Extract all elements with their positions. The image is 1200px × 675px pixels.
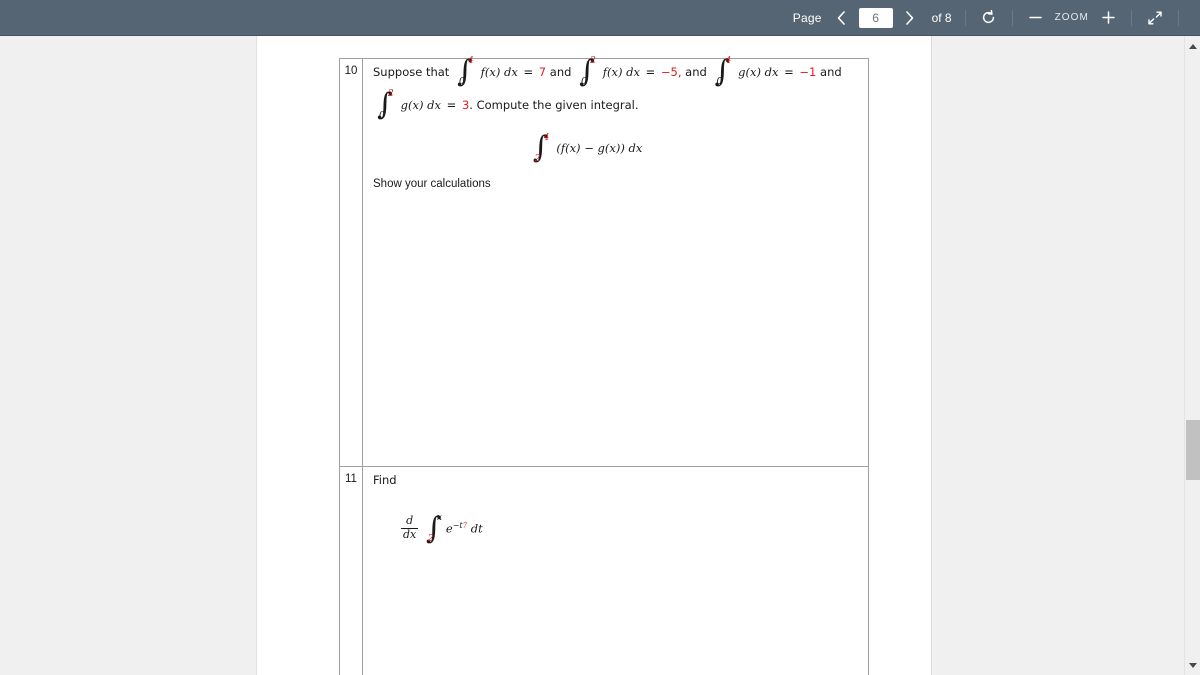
equals-sign-1: = bbox=[523, 65, 534, 79]
page-label: Page bbox=[792, 10, 822, 25]
integral-3: ∫ 4 0 bbox=[710, 56, 734, 87]
integral-lower-limit: 2 bbox=[427, 534, 434, 545]
next-page-button[interactable] bbox=[896, 3, 924, 33]
display-equation-q10: ∫ 4 2 (f(x) − g(x)) dx bbox=[373, 133, 858, 164]
integrand-1: f(x) dx bbox=[480, 65, 518, 79]
collapse-arrows-icon bbox=[1147, 10, 1163, 26]
table-row: 10 Suppose that ∫ 4 0 f(x) dx = 7 and ∫ … bbox=[339, 56, 869, 467]
document-page: 10 Suppose that ∫ 4 0 f(x) dx = 7 and ∫ … bbox=[256, 36, 932, 675]
conjunction-3: and bbox=[820, 65, 842, 79]
minus-icon bbox=[1028, 10, 1043, 25]
integral-1: ∫ 4 0 bbox=[453, 56, 477, 87]
table-row: 11 Find d dx ∫ x 2 e−t7 dt bbox=[339, 466, 869, 675]
page-number-input[interactable] bbox=[858, 7, 893, 28]
statement-lead: Suppose that bbox=[373, 65, 450, 79]
statement-tail: . Compute the given integral. bbox=[469, 98, 639, 113]
integrand-2: f(x) dx bbox=[602, 65, 640, 79]
integral-lower-limit: 0 bbox=[716, 77, 723, 88]
integral-value-3: −1 bbox=[799, 65, 817, 79]
chevron-left-icon bbox=[836, 10, 847, 26]
question-statement-line-1: Suppose that ∫ 4 0 f(x) dx = 7 and ∫ 2 0… bbox=[373, 56, 858, 87]
integral-2: ∫ 2 0 bbox=[575, 56, 599, 87]
previous-page-button[interactable] bbox=[828, 3, 856, 33]
zoom-label: ZOOM bbox=[1054, 12, 1089, 23]
fraction-numerator: d bbox=[406, 514, 414, 528]
conjunction-1: and bbox=[549, 65, 572, 79]
equals-sign-4: = bbox=[446, 98, 457, 113]
document-scroll-area[interactable]: 10 Suppose that ∫ 4 0 f(x) dx = 7 and ∫ … bbox=[0, 36, 1184, 675]
triangle-down-icon bbox=[1188, 662, 1197, 668]
integrand-base: e bbox=[445, 521, 453, 536]
equals-sign-3: = bbox=[784, 65, 794, 79]
conjunction-2: and bbox=[685, 65, 707, 79]
zoom-controls-group: ZOOM bbox=[1022, 0, 1122, 36]
plus-icon bbox=[1101, 10, 1116, 25]
question-number: 10 bbox=[339, 58, 363, 467]
display-integrand: (f(x) − g(x)) dx bbox=[556, 141, 643, 156]
rotate-button[interactable] bbox=[975, 3, 1003, 33]
fraction-denominator: dx bbox=[401, 527, 419, 541]
chevron-right-icon bbox=[904, 10, 915, 26]
differential: dt bbox=[470, 521, 483, 536]
integral-display: ∫ x 2 bbox=[422, 513, 446, 544]
integral-upper-limit: 2 bbox=[388, 89, 394, 100]
question-body: Find d dx ∫ x 2 e−t7 dt bbox=[362, 466, 869, 675]
question-body: Suppose that ∫ 4 0 f(x) dx = 7 and ∫ 2 0… bbox=[362, 56, 869, 467]
scroll-down-button[interactable] bbox=[1185, 657, 1200, 673]
viewer-toolbar: Page of 8 bbox=[0, 0, 1200, 36]
rotate-icon bbox=[980, 9, 997, 26]
integrand-4: g(x) dx bbox=[400, 98, 441, 113]
integral-4: ∫ 2 0 bbox=[373, 89, 397, 120]
integral-upper-limit: 4 bbox=[467, 56, 474, 67]
equals-sign-2: = bbox=[645, 65, 656, 79]
zoom-out-button[interactable] bbox=[1022, 3, 1050, 33]
instruction-text: Show your calculations bbox=[373, 177, 491, 190]
questions-table: 10 Suppose that ∫ 4 0 f(x) dx = 7 and ∫ … bbox=[339, 56, 869, 675]
scrollbar-thumb[interactable] bbox=[1186, 420, 1200, 480]
integrand-exponent-power: 7 bbox=[462, 522, 468, 531]
vertical-scrollbar[interactable] bbox=[1184, 36, 1200, 675]
toolbar-divider bbox=[1131, 9, 1132, 26]
integral-value-1: 7 bbox=[538, 65, 547, 79]
page-count-label: of 8 bbox=[931, 10, 952, 25]
integral-value-2: −5, bbox=[660, 65, 682, 79]
integral-upper-limit: 4 bbox=[543, 132, 550, 143]
integral-upper-limit: x bbox=[436, 513, 442, 524]
triangle-up-icon bbox=[1188, 43, 1197, 49]
toolbar-divider bbox=[964, 9, 966, 26]
zoom-in-button[interactable] bbox=[1094, 3, 1122, 33]
question-number: 11 bbox=[339, 466, 363, 675]
derivative-operator: d dx bbox=[401, 514, 419, 541]
pdf-viewer: Page of 8 bbox=[0, 0, 1200, 675]
scroll-up-button[interactable] bbox=[1185, 38, 1200, 54]
question-statement-line-2: ∫ 2 0 g(x) dx = 3. Compute the given int… bbox=[373, 89, 858, 120]
integrand-exponent: −t bbox=[452, 521, 463, 531]
toolbar-divider bbox=[1011, 9, 1013, 26]
integral-display: ∫ 4 2 bbox=[529, 133, 553, 164]
integrand-3: g(x) dx bbox=[738, 65, 779, 79]
integral-lower-limit: 0 bbox=[581, 77, 587, 88]
integral-lower-limit: 2 bbox=[534, 153, 541, 164]
integral-upper-limit: 2 bbox=[590, 56, 596, 67]
toolbar-divider bbox=[1178, 9, 1179, 26]
display-equation-q11: d dx ∫ x 2 e−t7 dt bbox=[373, 513, 858, 544]
question-prompt: Find bbox=[373, 473, 397, 487]
integral-upper-limit: 4 bbox=[725, 56, 732, 67]
integral-lower-limit: 0 bbox=[379, 110, 385, 121]
page-navigation-group: Page of 8 bbox=[787, 0, 956, 36]
fit-to-screen-button[interactable] bbox=[1141, 3, 1169, 33]
integral-lower-limit: 0 bbox=[458, 77, 465, 88]
